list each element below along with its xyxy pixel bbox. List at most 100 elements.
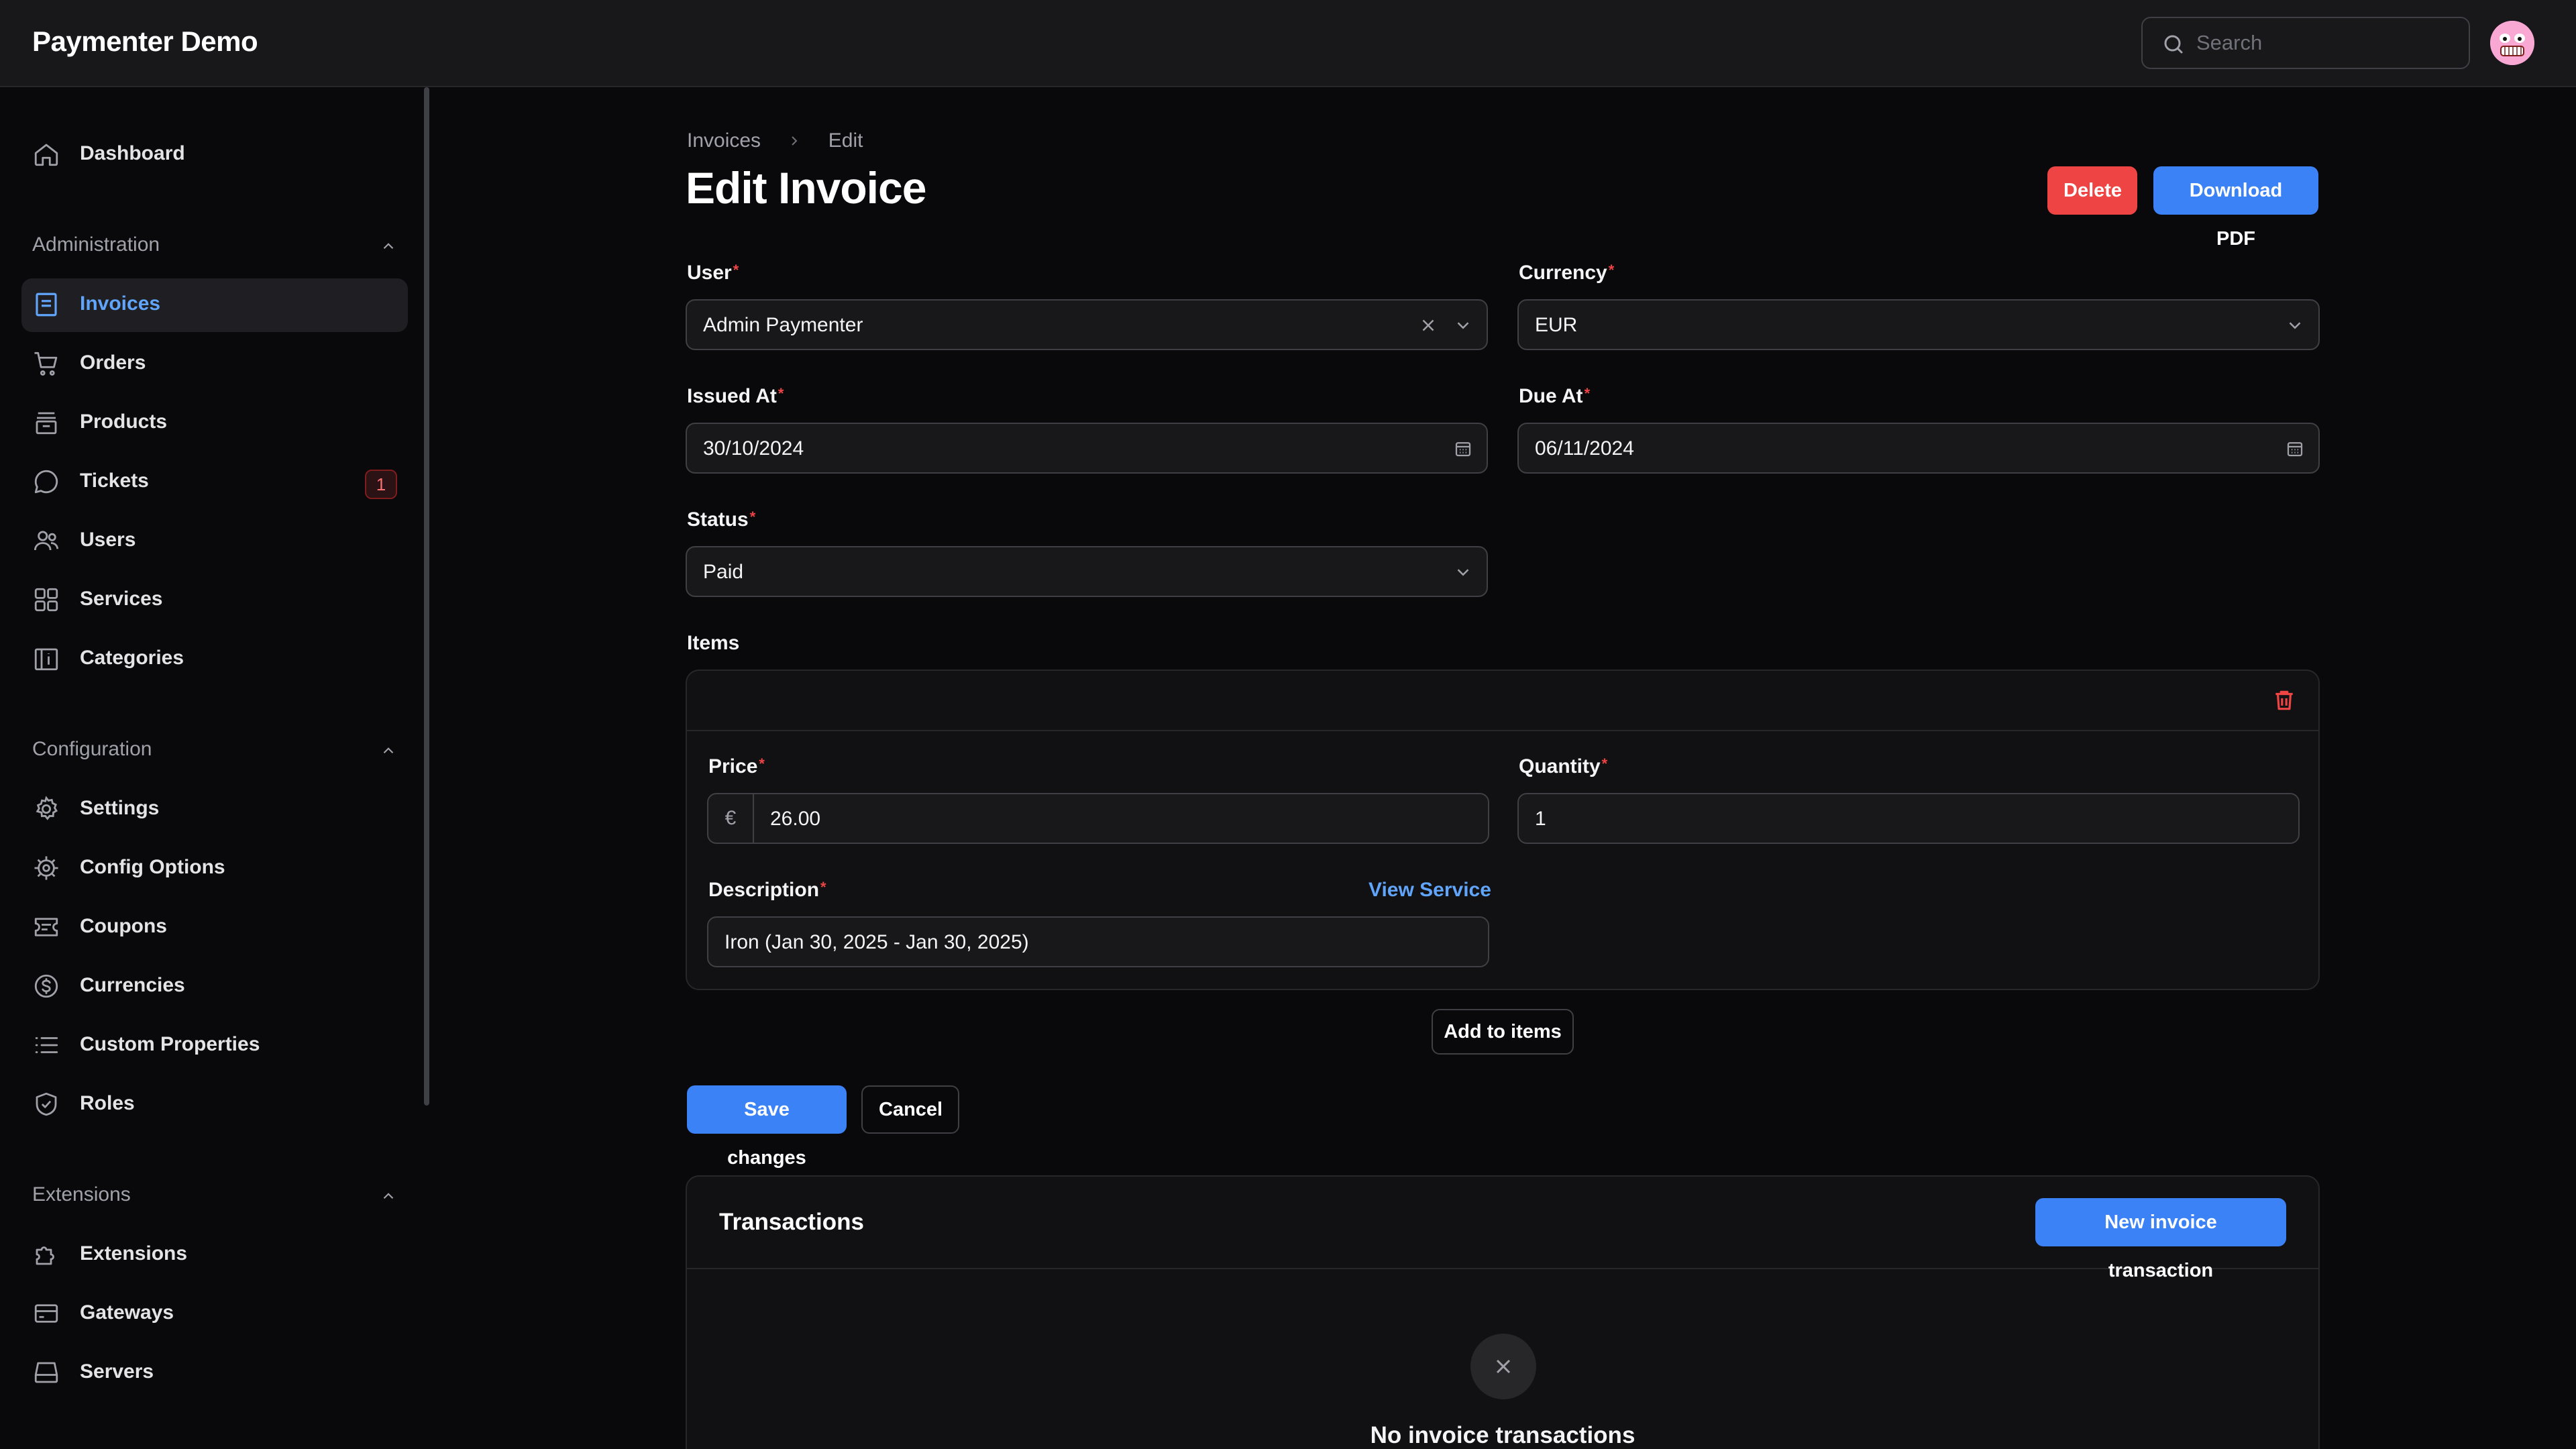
chevron-down-icon: [1453, 315, 1473, 335]
sidebar-item-label: Custom Properties: [80, 1033, 260, 1055]
quantity-field[interactable]: 1: [1517, 793, 2300, 844]
x-icon: [1491, 1354, 1515, 1379]
currency-select[interactable]: EUR: [1517, 299, 2320, 350]
group-administration[interactable]: Administration: [32, 233, 397, 260]
due-at-label: Due At*: [1519, 385, 1591, 407]
quantity-value: 1: [1535, 808, 1546, 830]
price-value: 26.00: [770, 808, 821, 830]
sidebar-item-coupons[interactable]: Coupons: [21, 901, 408, 955]
sidebar-item-label: Config Options: [80, 856, 225, 878]
price-label: Price*: [708, 755, 765, 777]
price-field[interactable]: € 26.00: [707, 793, 1489, 844]
sidebar-item-products[interactable]: Products: [21, 396, 408, 450]
empty-state-icon-wrap: [1470, 1334, 1536, 1399]
sidebar-item-label: Products: [80, 411, 168, 433]
delete-button[interactable]: Delete: [2047, 166, 2137, 215]
group-label: Extensions: [32, 1183, 131, 1205]
group-configuration[interactable]: Configuration: [32, 738, 397, 765]
issued-at-label: Issued At*: [687, 385, 784, 407]
chevron-up-icon: [380, 237, 397, 255]
tickets-count-badge: 1: [365, 470, 397, 499]
transactions-card: Transactions New invoice transaction No …: [686, 1175, 2320, 1449]
sidebar-item-servers[interactable]: Servers: [21, 1346, 408, 1400]
sidebar-item-custom-properties[interactable]: Custom Properties: [21, 1019, 408, 1073]
trash-icon[interactable]: [2271, 688, 2297, 713]
sidebar-item-config-options[interactable]: Config Options: [21, 842, 408, 896]
group-label: Administration: [32, 233, 160, 256]
app-brand[interactable]: Paymenter Demo: [32, 25, 258, 58]
sidebar-item-users[interactable]: Users: [21, 515, 408, 568]
sidebar-item-extensions[interactable]: Extensions: [21, 1228, 408, 1282]
cog-icon: [32, 854, 60, 882]
sidebar-item-currencies[interactable]: Currencies: [21, 960, 408, 1014]
sidebar-item-label: Orders: [80, 352, 146, 374]
user-select[interactable]: Admin Paymenter: [686, 299, 1488, 350]
sidebar-item-orders[interactable]: Orders: [21, 337, 408, 391]
sidebar-scrollbar[interactable]: [424, 87, 429, 1106]
quantity-label: Quantity*: [1519, 755, 1608, 777]
issued-at-field[interactable]: 30/10/2024: [686, 423, 1488, 474]
group-extensions[interactable]: Extensions: [32, 1183, 397, 1210]
breadcrumb: Invoices Edit: [687, 129, 863, 152]
sidebar-item-label: Roles: [80, 1092, 135, 1114]
description-value: Iron (Jan 30, 2025 - Jan 30, 2025): [724, 931, 1029, 953]
item-card: Price* € 26.00 Quantity* 1 Description* …: [686, 669, 2320, 990]
issued-at-value: 30/10/2024: [703, 437, 804, 460]
user-value: Admin Paymenter: [703, 314, 863, 336]
search-input[interactable]: [2196, 18, 2458, 68]
calendar-icon[interactable]: [2285, 439, 2305, 459]
credit-card-icon: [32, 1299, 60, 1328]
currency-label: Currency*: [1519, 262, 1615, 284]
due-at-field[interactable]: 06/11/2024: [1517, 423, 2320, 474]
sidebar-item-categories[interactable]: Categories: [21, 633, 408, 686]
sidebar-item-settings[interactable]: Settings: [21, 783, 408, 837]
sidebar-item-invoices[interactable]: Invoices: [21, 278, 408, 332]
chat-bubble-icon: [32, 468, 60, 496]
dollar-circle-icon: [32, 972, 60, 1000]
chevron-down-icon: [1453, 562, 1473, 582]
user-label: User*: [687, 262, 739, 284]
ticket-icon: [32, 913, 60, 941]
sidebar-item-label: Users: [80, 529, 136, 551]
items-label: Items: [687, 632, 740, 654]
save-changes-button[interactable]: Save changes: [687, 1085, 847, 1169]
clear-icon[interactable]: [1418, 315, 1438, 335]
sidebar-item-label: Services: [80, 588, 163, 610]
calendar-icon[interactable]: [1453, 439, 1473, 459]
sidebar-item-label: Settings: [80, 797, 160, 819]
due-at-value: 06/11/2024: [1535, 437, 1634, 460]
status-label: Status*: [687, 508, 756, 531]
sidebar-item-label: Gateways: [80, 1301, 174, 1324]
top-bar: Paymenter Demo: [0, 0, 2576, 87]
sidebar-item-tickets[interactable]: Tickets 1: [21, 455, 408, 509]
sidebar-item-roles[interactable]: Roles: [21, 1078, 408, 1132]
add-to-items-button[interactable]: Add to items: [1432, 1009, 1574, 1055]
search-icon: [2161, 32, 2186, 56]
gear-icon: [32, 795, 60, 823]
currency-value: EUR: [1535, 314, 1578, 336]
list-icon: [32, 1031, 60, 1059]
avatar[interactable]: [2490, 21, 2534, 65]
sidebar-item-gateways[interactable]: Gateways: [21, 1287, 408, 1341]
sidebar-item-label: Dashboard: [80, 142, 185, 164]
new-invoice-transaction-button[interactable]: New invoice transaction: [2035, 1198, 2286, 1281]
sidebar-item-label: Coupons: [80, 915, 167, 937]
breadcrumb-invoices-link[interactable]: Invoices: [687, 129, 761, 152]
chevron-up-icon: [380, 742, 397, 759]
shield-check-icon: [32, 1090, 60, 1118]
sidebar-item-dashboard[interactable]: Dashboard: [21, 128, 408, 182]
grid-icon: [32, 586, 60, 614]
sidebar-item-services[interactable]: Services: [21, 574, 408, 627]
view-service-link[interactable]: View Service: [1368, 879, 1491, 902]
empty-state-text: No invoice transactions: [1370, 1422, 1635, 1448]
description-field[interactable]: Iron (Jan 30, 2025 - Jan 30, 2025): [707, 916, 1489, 967]
description-label: Description*: [708, 879, 826, 901]
download-pdf-button[interactable]: Download PDF: [2153, 166, 2318, 250]
sidebar-item-label: Categories: [80, 647, 184, 669]
server-icon: [32, 1358, 60, 1387]
search-box[interactable]: [2141, 17, 2470, 69]
page-title: Edit Invoice: [686, 163, 926, 213]
item-card-header: [687, 671, 2318, 731]
status-select[interactable]: Paid: [686, 546, 1488, 597]
cancel-button[interactable]: Cancel: [861, 1085, 959, 1134]
